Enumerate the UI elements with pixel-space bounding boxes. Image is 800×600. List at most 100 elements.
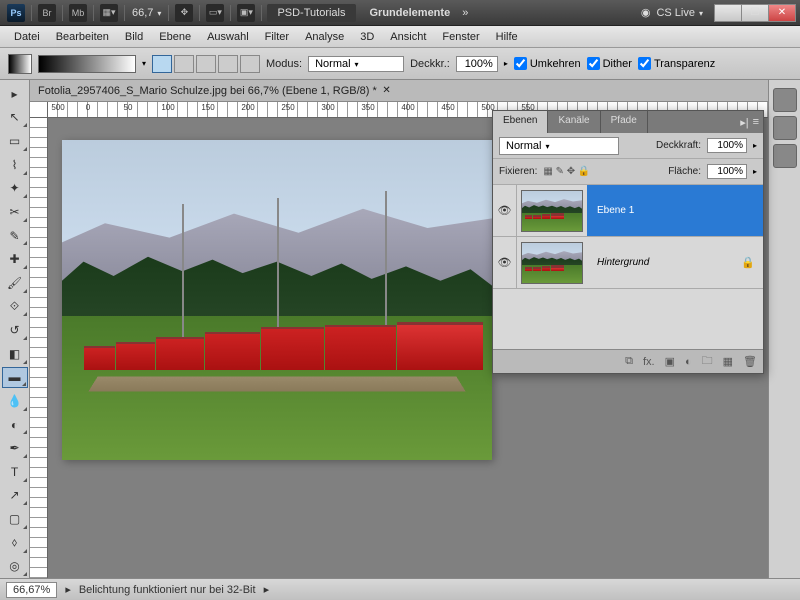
deckkraft-flyout-icon[interactable]: ▸ xyxy=(753,141,757,150)
panel-collapse-icon[interactable]: ▸| xyxy=(740,116,748,129)
menu-ansicht[interactable]: Ansicht xyxy=(382,31,434,43)
layer-row[interactable]: 👁 Hintergrund 🔒 xyxy=(493,237,763,289)
close-button[interactable]: ✕ xyxy=(768,4,796,22)
maximize-button[interactable]: ☐ xyxy=(741,4,769,22)
group-icon[interactable]: 🗀 xyxy=(702,352,713,371)
dither-checkbox[interactable]: Dither xyxy=(587,57,632,70)
gradient-diamond[interactable] xyxy=(240,55,260,73)
menu-fenster[interactable]: Fenster xyxy=(434,31,487,43)
gradient-tool[interactable]: ▬ xyxy=(2,367,28,389)
tab-pfade[interactable]: Pfade xyxy=(601,111,648,133)
masks-panel-icon[interactable] xyxy=(773,144,797,168)
ruler-vertical[interactable] xyxy=(30,118,48,578)
tab-kanaele[interactable]: Kanäle xyxy=(548,111,600,133)
gradient-linear[interactable] xyxy=(152,55,172,73)
status-zoom[interactable]: 66,67% xyxy=(6,582,57,598)
gradient-radial[interactable] xyxy=(174,55,194,73)
flaeche-flyout-icon[interactable]: ▸ xyxy=(753,167,757,176)
status-flyout-icon[interactable]: ▸ xyxy=(65,583,71,596)
tool-preset[interactable] xyxy=(8,54,32,74)
panel-menu-icon[interactable]: ≡ xyxy=(753,116,759,128)
view-extras-icon[interactable]: ▦▾ xyxy=(100,4,118,22)
blend-mode-select[interactable]: Normal xyxy=(499,137,619,155)
crop-tool[interactable]: ✂ xyxy=(2,201,28,223)
menu-hilfe[interactable]: Hilfe xyxy=(488,31,526,43)
color-panel-icon[interactable] xyxy=(773,88,797,112)
menu-bearbeiten[interactable]: Bearbeiten xyxy=(48,31,117,43)
status-more-icon[interactable]: ▸ xyxy=(264,583,270,596)
tools-panel: ▸ ↖ ▭ ⌇ ✦ ✂ ✎ ✚ 🖌 ⟐ ↺ ◧ ▬ 💧 ◐ ✒ T ↗ ▢ ⬨ … xyxy=(0,80,30,578)
gradient-dropdown-icon[interactable]: ▾ xyxy=(142,59,146,68)
transparenz-checkbox[interactable]: Transparenz xyxy=(638,57,715,70)
gradient-angle[interactable] xyxy=(196,55,216,73)
flaeche-label: Fläche: xyxy=(668,166,701,177)
layer-row[interactable]: 👁 Ebene 1 xyxy=(493,185,763,237)
delete-layer-icon[interactable]: 🗑 xyxy=(743,355,757,368)
wand-tool[interactable]: ✦ xyxy=(2,178,28,200)
brush-tool[interactable]: 🖌 xyxy=(2,272,28,294)
menu-filter[interactable]: Filter xyxy=(257,31,297,43)
adjustments-panel-icon[interactable] xyxy=(773,116,797,140)
lasso-tool[interactable]: ⌇ xyxy=(2,154,28,176)
modus-select[interactable]: Normal xyxy=(308,56,404,72)
layer-name[interactable]: Ebene 1 xyxy=(587,185,763,236)
deckkraft-input[interactable]: 100% xyxy=(707,138,747,153)
menu-datei[interactable]: Datei xyxy=(6,31,48,43)
gradient-reflected[interactable] xyxy=(218,55,238,73)
gradient-preview[interactable] xyxy=(38,55,136,73)
minibridge-icon[interactable]: Mb xyxy=(69,4,87,22)
lock-controls[interactable]: ▦ ✎ ✥ 🔒 xyxy=(543,166,590,177)
layer-thumbnail[interactable] xyxy=(521,242,583,284)
document-tab[interactable]: Fotolia_2957406_S_Mario Schulze.jpg bei … xyxy=(30,80,768,102)
visibility-toggle[interactable]: 👁 xyxy=(493,185,517,236)
arrange-icon[interactable]: ▭▾ xyxy=(206,4,224,22)
document-image xyxy=(62,140,492,460)
3d-tool[interactable]: ⬨ xyxy=(2,532,28,554)
tab-ebenen[interactable]: Ebenen xyxy=(493,111,548,133)
layer-thumbnail[interactable] xyxy=(521,190,583,232)
new-layer-icon[interactable]: ▦ xyxy=(723,355,733,368)
deckkr-input[interactable]: 100% xyxy=(456,56,498,72)
photoshop-icon[interactable]: Ps xyxy=(7,4,25,22)
workspace-more-icon[interactable]: » xyxy=(462,7,468,19)
workspace-label[interactable]: Grundelemente xyxy=(360,4,461,22)
eyedropper-tool[interactable]: ✎ xyxy=(2,225,28,247)
deckkr-flyout-icon[interactable]: ▸ xyxy=(504,59,508,68)
shape-tool[interactable]: ▢ xyxy=(2,508,28,530)
zoom-level[interactable]: 66,7 xyxy=(132,7,161,19)
minimize-button[interactable]: ─ xyxy=(714,4,742,22)
flaeche-input[interactable]: 100% xyxy=(707,164,747,179)
menu-auswahl[interactable]: Auswahl xyxy=(199,31,257,43)
hand-icon[interactable]: ✥ xyxy=(175,4,193,22)
move-tool[interactable]: ↖ xyxy=(2,107,28,129)
cslive-label[interactable]: CS Live xyxy=(656,7,703,19)
history-brush-tool[interactable]: ↺ xyxy=(2,319,28,341)
bridge-icon[interactable]: Br xyxy=(38,4,56,22)
link-layers-icon[interactable]: ⧉ xyxy=(625,355,633,368)
eraser-tool[interactable]: ◧ xyxy=(2,343,28,365)
mask-icon[interactable]: ▣ xyxy=(665,355,675,368)
menu-analyse[interactable]: Analyse xyxy=(297,31,352,43)
visibility-toggle[interactable]: 👁 xyxy=(493,237,517,288)
path-tool[interactable]: ↗ xyxy=(2,485,28,507)
menu-ebene[interactable]: Ebene xyxy=(151,31,199,43)
pen-tool[interactable]: ✒ xyxy=(2,437,28,459)
fx-icon[interactable]: fx. xyxy=(643,356,655,368)
dodge-tool[interactable]: ◐ xyxy=(2,414,28,436)
3d-camera-tool[interactable]: ◎ xyxy=(2,556,28,578)
adjustment-layer-icon[interactable]: ◐ xyxy=(685,356,692,368)
canvas[interactable] xyxy=(62,140,492,460)
type-tool[interactable]: T xyxy=(2,461,28,483)
stamp-tool[interactable]: ⟐ xyxy=(2,296,28,318)
blur-tool[interactable]: 💧 xyxy=(2,390,28,412)
marquee-tool[interactable]: ▭ xyxy=(2,130,28,152)
menu-bild[interactable]: Bild xyxy=(117,31,151,43)
heal-tool[interactable]: ✚ xyxy=(2,248,28,270)
cslive-icon[interactable]: ◉ xyxy=(641,6,651,19)
expand-tools-icon[interactable]: ▸ xyxy=(2,83,28,105)
umkehren-checkbox[interactable]: Umkehren xyxy=(514,57,581,70)
layer-name[interactable]: Hintergrund xyxy=(587,237,733,288)
screenmode-icon[interactable]: ▣▾ xyxy=(237,4,255,22)
tutorials-pill[interactable]: PSD-Tutorials xyxy=(267,4,355,22)
menu-3d[interactable]: 3D xyxy=(352,31,382,43)
